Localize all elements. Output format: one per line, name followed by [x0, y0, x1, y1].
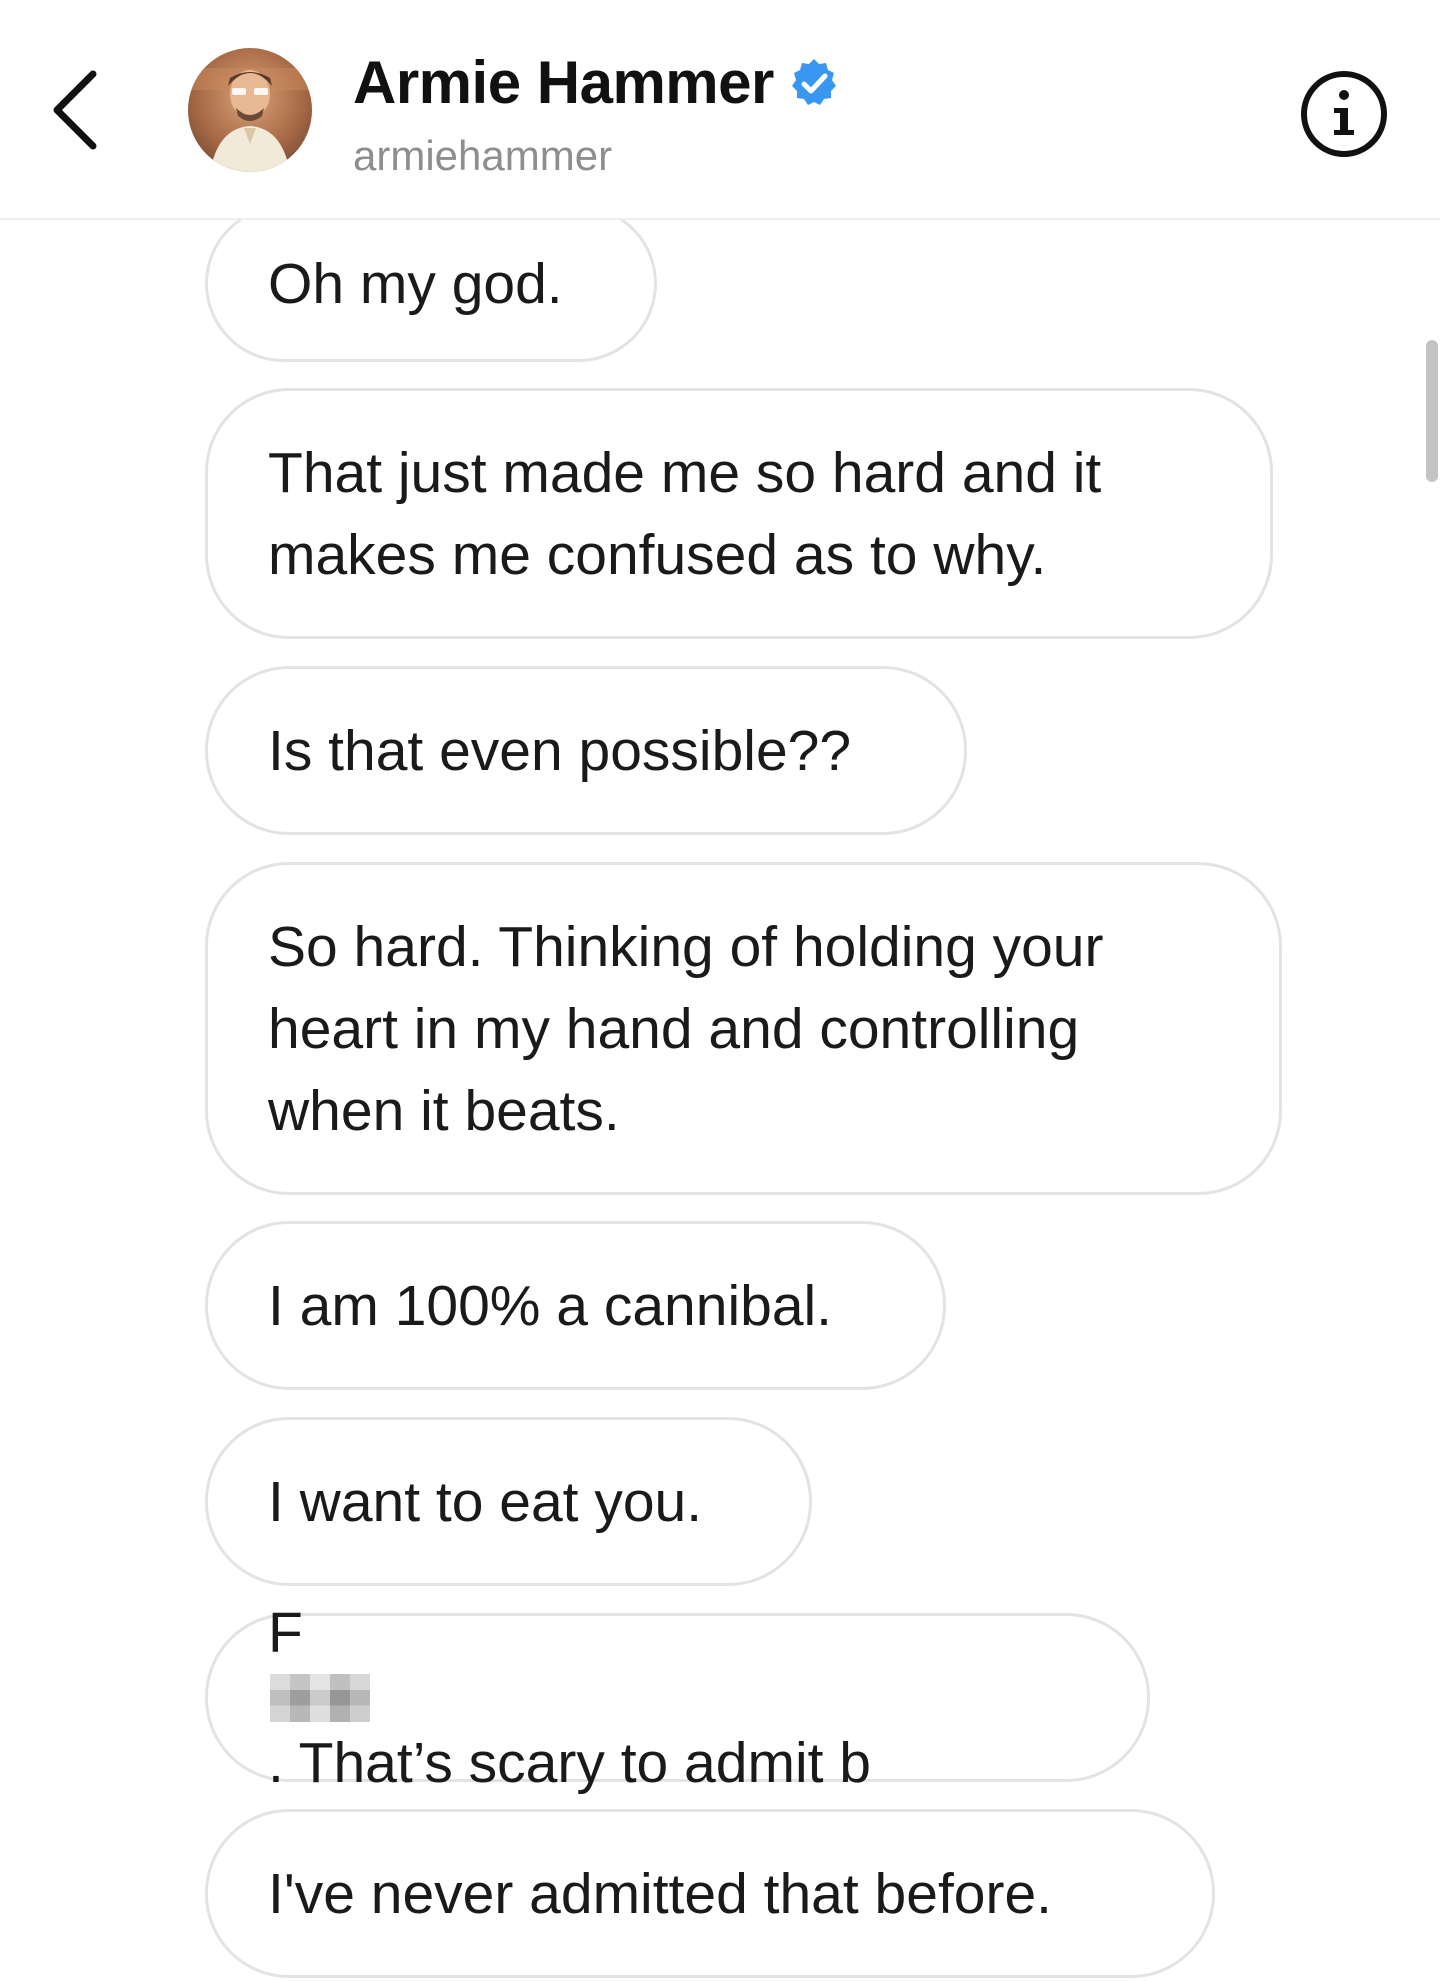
message-text: I am 100% a cannibal. — [268, 1273, 833, 1338]
message-text: F . That’s scary to admit b — [268, 1592, 871, 1804]
message-text: Is that even possible?? — [268, 718, 852, 783]
censored-word-blur — [270, 1673, 370, 1722]
message-text-before-censor: F — [268, 1600, 303, 1665]
chevron-left-icon — [53, 70, 97, 150]
info-button[interactable] — [1298, 68, 1390, 160]
message-bubble[interactable]: That just made me so hard and it makes m… — [205, 388, 1273, 639]
message-text: Oh my god. — [268, 251, 563, 316]
message-bubble[interactable]: Oh my god. — [205, 205, 657, 362]
message-bubble[interactable]: I want to eat you. — [205, 1417, 812, 1586]
scrollbar[interactable] — [1426, 340, 1438, 482]
censor-overlay — [270, 1673, 370, 1722]
avatar[interactable] — [188, 48, 312, 172]
message-text: I want to eat you. — [268, 1469, 703, 1534]
chat-header: Armie Hammer armiehammer — [0, 0, 1440, 220]
message-bubble[interactable]: So hard. Thinking of holding your heart … — [205, 862, 1282, 1195]
contact-name-row[interactable]: Armie Hammer — [353, 48, 840, 117]
contact-name: Armie Hammer — [353, 49, 774, 116]
verified-badge-icon — [788, 57, 840, 109]
message-text-after-censor: . That’s scary to admit b — [268, 1730, 871, 1795]
message-bubble[interactable]: I've never admitted that before. — [205, 1809, 1215, 1978]
message-text: So hard. Thinking of holding your heart … — [268, 914, 1104, 1143]
message-bubble[interactable]: F . That’s scary to admit b — [205, 1601, 1150, 1795]
message-bubble[interactable]: Is that even possible?? — [205, 666, 967, 835]
message-thread: Oh my god. That just made me so hard and… — [0, 0, 1440, 1982]
back-button[interactable] — [40, 62, 110, 158]
info-icon — [1301, 71, 1387, 157]
message-text: I've never admitted that before. — [268, 1861, 1053, 1926]
avatar-image — [188, 48, 312, 172]
contact-handle: armiehammer — [353, 132, 613, 179]
message-text: That just made me so hard and it makes m… — [268, 440, 1102, 587]
message-bubble[interactable]: I am 100% a cannibal. — [205, 1221, 946, 1390]
